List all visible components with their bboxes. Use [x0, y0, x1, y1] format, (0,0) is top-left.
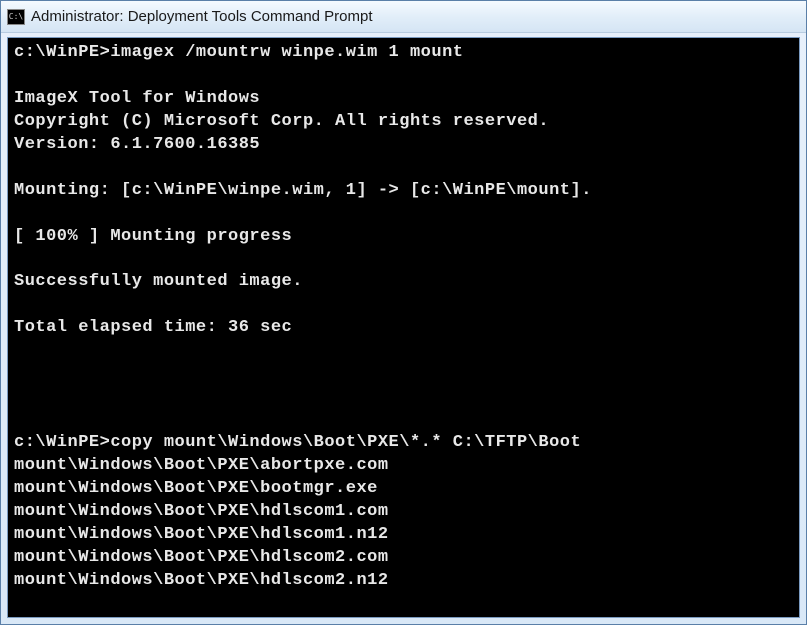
console-line: mount\Windows\Boot\PXE\hdlscom2.com	[14, 547, 793, 570]
console-line	[14, 363, 793, 386]
console-line: Copyright (C) Microsoft Corp. All rights…	[14, 111, 793, 134]
console-line: c:\WinPE>imagex /mountrw winpe.wim 1 mou…	[14, 42, 793, 65]
console-line: Version: 6.1.7600.16385	[14, 134, 793, 157]
console-line	[14, 294, 793, 317]
console-line: Mounting: [c:\WinPE\winpe.wim, 1] -> [c:…	[14, 180, 793, 203]
console-line	[14, 203, 793, 226]
console-line: mount\Windows\Boot\PXE\hdlscom1.com	[14, 501, 793, 524]
console-line	[14, 409, 793, 432]
console-line	[14, 248, 793, 271]
console-line: Successfully mounted image.	[14, 271, 793, 294]
console-line: mount\Windows\Boot\PXE\hdlscom1.n12	[14, 524, 793, 547]
titlebar[interactable]: C:\ Administrator: Deployment Tools Comm…	[1, 1, 806, 33]
console-line	[14, 65, 793, 88]
console-line	[14, 157, 793, 180]
console-line: mount\Windows\Boot\PXE\hdlscom2.n12	[14, 570, 793, 593]
console-line: mount\Windows\Boot\PXE\bootmgr.exe	[14, 478, 793, 501]
console-line: [ 100% ] Mounting progress	[14, 226, 793, 249]
console-line: mount\Windows\Boot\PXE\abortpxe.com	[14, 455, 793, 478]
cmd-icon: C:\	[7, 9, 25, 25]
window-title: Administrator: Deployment Tools Command …	[31, 8, 373, 25]
console-line	[14, 340, 793, 363]
cmd-icon-label: C:\	[9, 13, 23, 21]
console-line: ImageX Tool for Windows	[14, 88, 793, 111]
console-output[interactable]: c:\WinPE>imagex /mountrw winpe.wim 1 mou…	[7, 37, 800, 618]
console-line: Total elapsed time: 36 sec	[14, 317, 793, 340]
console-line	[14, 386, 793, 409]
command-prompt-window: C:\ Administrator: Deployment Tools Comm…	[0, 0, 807, 625]
console-line: c:\WinPE>copy mount\Windows\Boot\PXE\*.*…	[14, 432, 793, 455]
